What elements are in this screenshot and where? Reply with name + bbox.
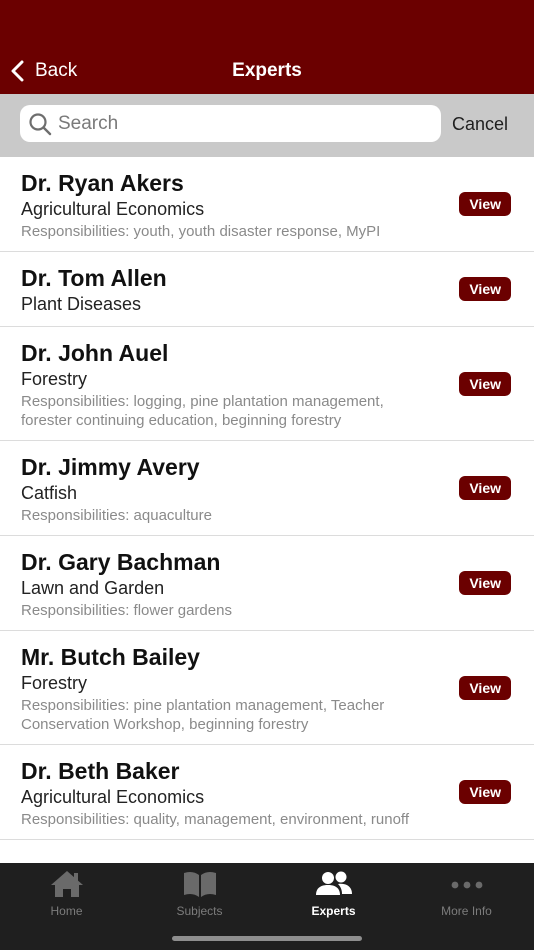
tab-label: Home [50, 904, 83, 918]
expert-subject: Plant Diseases [21, 294, 142, 314]
list-item[interactable]: Dr. Jimmy Avery Catfish Responsibilities… [0, 441, 534, 536]
expert-name: Dr. Ryan Akers [21, 170, 184, 196]
tab-label: Subjects [176, 904, 223, 918]
expert-subject: Agricultural Economics [21, 787, 205, 807]
view-button[interactable]: View [459, 192, 511, 216]
expert-responsibilities: Responsibilities: flower gardens [21, 602, 232, 619]
tab-label: Experts [311, 904, 356, 918]
experts-list[interactable]: Dr. Ryan Akers Agricultural Economics Re… [0, 157, 534, 863]
view-button[interactable]: View [459, 277, 511, 301]
search-box[interactable] [20, 105, 441, 142]
cancel-button[interactable]: Cancel [452, 114, 508, 135]
more-icon [451, 881, 482, 889]
expert-responsibilities: Responsibilities: pine plantation manage… [21, 697, 385, 733]
view-button[interactable]: View [459, 371, 511, 396]
expert-subject: Forestry [21, 673, 88, 693]
tab-more-info[interactable]: More Info [400, 863, 533, 923]
view-button[interactable]: View [459, 476, 511, 500]
expert-responsibilities: Responsibilities: youth, youth disaster … [21, 223, 381, 240]
expert-subject: Agricultural Economics [21, 199, 205, 219]
expert-name: Dr. John Auel [21, 340, 169, 366]
home-indicator [172, 936, 362, 941]
book-icon [183, 871, 216, 897]
tab-home[interactable]: Home [0, 863, 133, 923]
search-bar: Cancel [0, 94, 534, 157]
list-item[interactable]: Dr. Tom Allen Plant Diseases View [0, 252, 534, 327]
view-button[interactable]: View [459, 780, 511, 804]
expert-responsibilities: Responsibilities: aquaculture [21, 507, 212, 524]
expert-name: Dr. Jimmy Avery [21, 454, 200, 480]
expert-name: Mr. Butch Bailey [21, 644, 200, 670]
expert-subject: Forestry [21, 369, 88, 389]
view-button[interactable]: View [459, 675, 511, 700]
home-icon [50, 871, 83, 897]
list-item[interactable]: Mr. Butch Bailey Forestry Responsibiliti… [0, 631, 534, 745]
search-input[interactable] [58, 112, 418, 135]
tab-experts[interactable]: Experts [267, 863, 400, 923]
expert-responsibilities: Responsibilities: quality, management, e… [21, 811, 409, 828]
search-icon [29, 112, 52, 135]
list-item[interactable]: Dr. John Auel Forestry Responsibilities:… [0, 327, 534, 441]
list-item[interactable]: Dr. Ryan Akers Agricultural Economics Re… [0, 157, 534, 252]
tab-subjects[interactable]: Subjects [133, 863, 266, 923]
people-icon [315, 871, 352, 895]
list-item[interactable]: Dr. Gary Bachman Lawn and Garden Respons… [0, 536, 534, 631]
expert-name: Dr. Tom Allen [21, 265, 167, 291]
expert-name: Dr. Gary Bachman [21, 549, 221, 575]
expert-responsibilities: Responsibilities: logging, pine plantati… [21, 393, 384, 429]
expert-subject: Lawn and Garden [21, 578, 165, 598]
view-button[interactable]: View [459, 571, 511, 595]
tab-label: More Info [441, 904, 492, 918]
expert-subject: Catfish [21, 483, 78, 503]
page-title: Experts [232, 60, 302, 81]
expert-name: Dr. Beth Baker [21, 758, 180, 784]
list-item[interactable]: Dr. Beth Baker Agricultural Economics Re… [0, 745, 534, 840]
navigation-bar: Back Experts [0, 0, 534, 94]
